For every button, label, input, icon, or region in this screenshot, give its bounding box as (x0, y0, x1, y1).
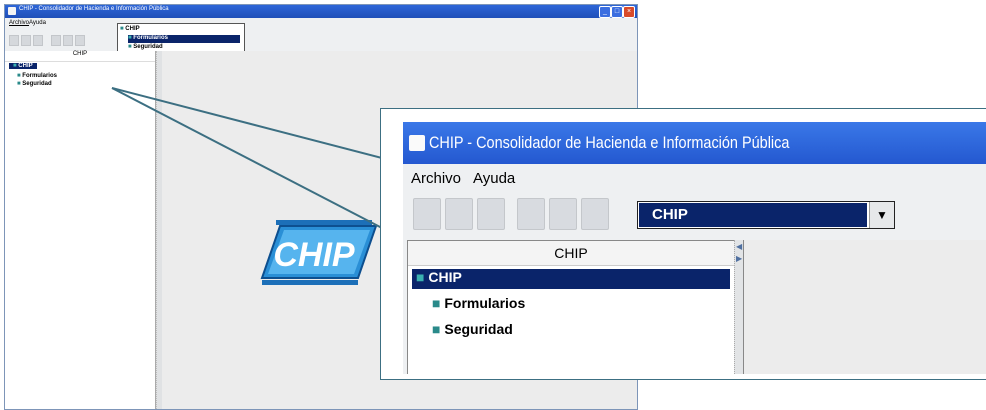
zoomed-toolbar: CHIP ▼ (403, 194, 986, 240)
tree-node-chip[interactable]: ■ CHIP (412, 269, 730, 289)
java-icon (409, 135, 425, 151)
zoomed-window-title: CHIP - Consolidador de Hacienda e Inform… (429, 133, 790, 152)
zoomed-tree-panel: CHIP ■ CHIP ■ Formularios ■ Seguridad (407, 240, 735, 374)
zoomed-app-window: CHIP - Consolidador de Hacienda e Inform… (403, 122, 986, 374)
new-icon[interactable] (413, 198, 441, 230)
module-combo-selection: CHIP (639, 203, 867, 227)
print-icon[interactable] (477, 198, 505, 230)
cube-node-icon: ■ (416, 269, 425, 285)
zoomed-tree-header: CHIP (408, 241, 734, 266)
chevron-down-icon[interactable]: ▼ (869, 202, 894, 228)
collapse-right-icon[interactable]: ▶ (736, 254, 742, 263)
zoomed-title-bar: CHIP - Consolidador de Hacienda e Inform… (403, 122, 986, 164)
menu-ayuda[interactable]: Ayuda (473, 170, 515, 187)
collapse-left-icon[interactable]: ◀ (736, 242, 742, 251)
module-combo-value: CHIP (652, 206, 688, 223)
module-combo[interactable]: CHIP ▼ (637, 201, 895, 229)
menu-archivo[interactable]: Archivo (411, 170, 461, 187)
save-icon[interactable] (445, 198, 473, 230)
zoomed-menu-bar: Archivo Ayuda (403, 164, 986, 194)
undo-icon[interactable] (517, 198, 545, 230)
zoomed-splitter[interactable]: ◀ ▶ (734, 240, 743, 374)
delete-icon[interactable] (581, 198, 609, 230)
tree-node-formularios[interactable]: ■ Formularios (432, 295, 525, 311)
cube-node-icon: ■ (432, 295, 441, 311)
edit-icon[interactable] (549, 198, 577, 230)
tree-node-seguridad[interactable]: ■ Seguridad (432, 321, 513, 337)
cube-node-icon: ■ (432, 321, 441, 337)
